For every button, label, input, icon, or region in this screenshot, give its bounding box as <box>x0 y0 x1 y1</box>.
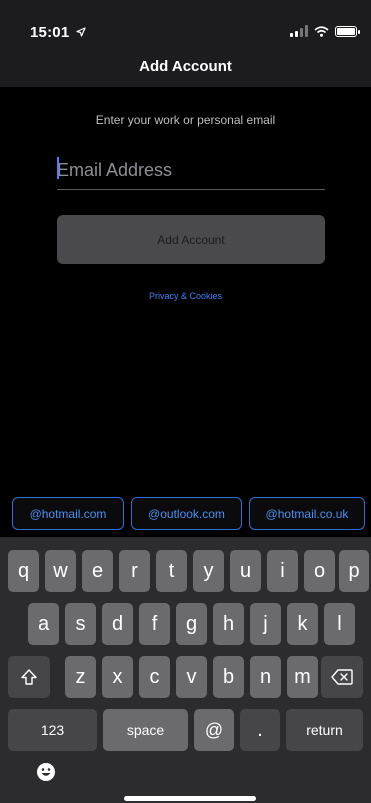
shift-icon <box>21 669 37 685</box>
instruction-text: Enter your work or personal email <box>95 113 276 127</box>
status-time-text: 15:01 <box>30 24 70 41</box>
key-o[interactable]: o <box>304 550 335 592</box>
key-v[interactable]: v <box>176 656 207 698</box>
key-f[interactable]: f <box>139 603 170 645</box>
key-i[interactable]: i <box>267 550 298 592</box>
wifi-icon <box>314 25 329 37</box>
key-u[interactable]: u <box>230 550 261 592</box>
return-key[interactable]: return <box>286 709 363 751</box>
suggestion-hotmail-com[interactable]: @hotmail.com <box>12 497 124 530</box>
key-w[interactable]: w <box>45 550 76 592</box>
backspace-key[interactable] <box>321 656 363 698</box>
page-title: Add Account <box>139 58 232 75</box>
key-k[interactable]: k <box>287 603 318 645</box>
key-a[interactable]: a <box>28 603 59 645</box>
key-z[interactable]: z <box>65 656 96 698</box>
suggestion-hotmail-co-uk[interactable]: @hotmail.co.uk <box>249 497 365 530</box>
battery-icon <box>335 25 360 37</box>
key-c[interactable]: c <box>139 656 170 698</box>
add-account-button[interactable]: Add Account <box>57 215 325 264</box>
dot-key[interactable]: . <box>240 709 280 751</box>
key-d[interactable]: d <box>102 603 133 645</box>
location-arrow-icon <box>76 27 86 37</box>
status-time: 15:01 <box>30 24 86 41</box>
key-n[interactable]: n <box>250 656 281 698</box>
shift-key[interactable] <box>8 656 50 698</box>
key-b[interactable]: b <box>213 656 244 698</box>
navigation-bar: 15:01 Add Account <box>0 0 371 87</box>
key-e[interactable]: e <box>82 550 113 592</box>
domain-suggestions: @hotmail.com @outlook.com @hotmail.co.uk <box>0 497 371 533</box>
status-icons <box>290 25 360 37</box>
suggestion-outlook-com[interactable]: @outlook.com <box>131 497 242 530</box>
emoji-icon[interactable] <box>36 762 56 782</box>
key-p[interactable]: p <box>339 550 369 592</box>
key-j[interactable]: j <box>250 603 281 645</box>
key-t[interactable]: t <box>156 550 187 592</box>
key-q[interactable]: q <box>8 550 39 592</box>
space-key[interactable]: space <box>103 709 188 751</box>
key-s[interactable]: s <box>65 603 96 645</box>
text-cursor <box>57 157 59 179</box>
key-h[interactable]: h <box>213 603 244 645</box>
email-field[interactable] <box>57 151 325 190</box>
home-indicator[interactable] <box>124 796 256 801</box>
signal-icon <box>290 25 308 37</box>
key-m[interactable]: m <box>287 656 318 698</box>
key-x[interactable]: x <box>102 656 133 698</box>
key-y[interactable]: y <box>193 550 224 592</box>
key-l[interactable]: l <box>324 603 355 645</box>
at-key[interactable]: @ <box>194 709 234 751</box>
backspace-icon <box>331 669 353 685</box>
key-g[interactable]: g <box>176 603 207 645</box>
key-r[interactable]: r <box>119 550 150 592</box>
privacy-cookies-link[interactable]: Privacy & Cookies <box>0 291 371 301</box>
numbers-key[interactable]: 123 <box>8 709 97 751</box>
